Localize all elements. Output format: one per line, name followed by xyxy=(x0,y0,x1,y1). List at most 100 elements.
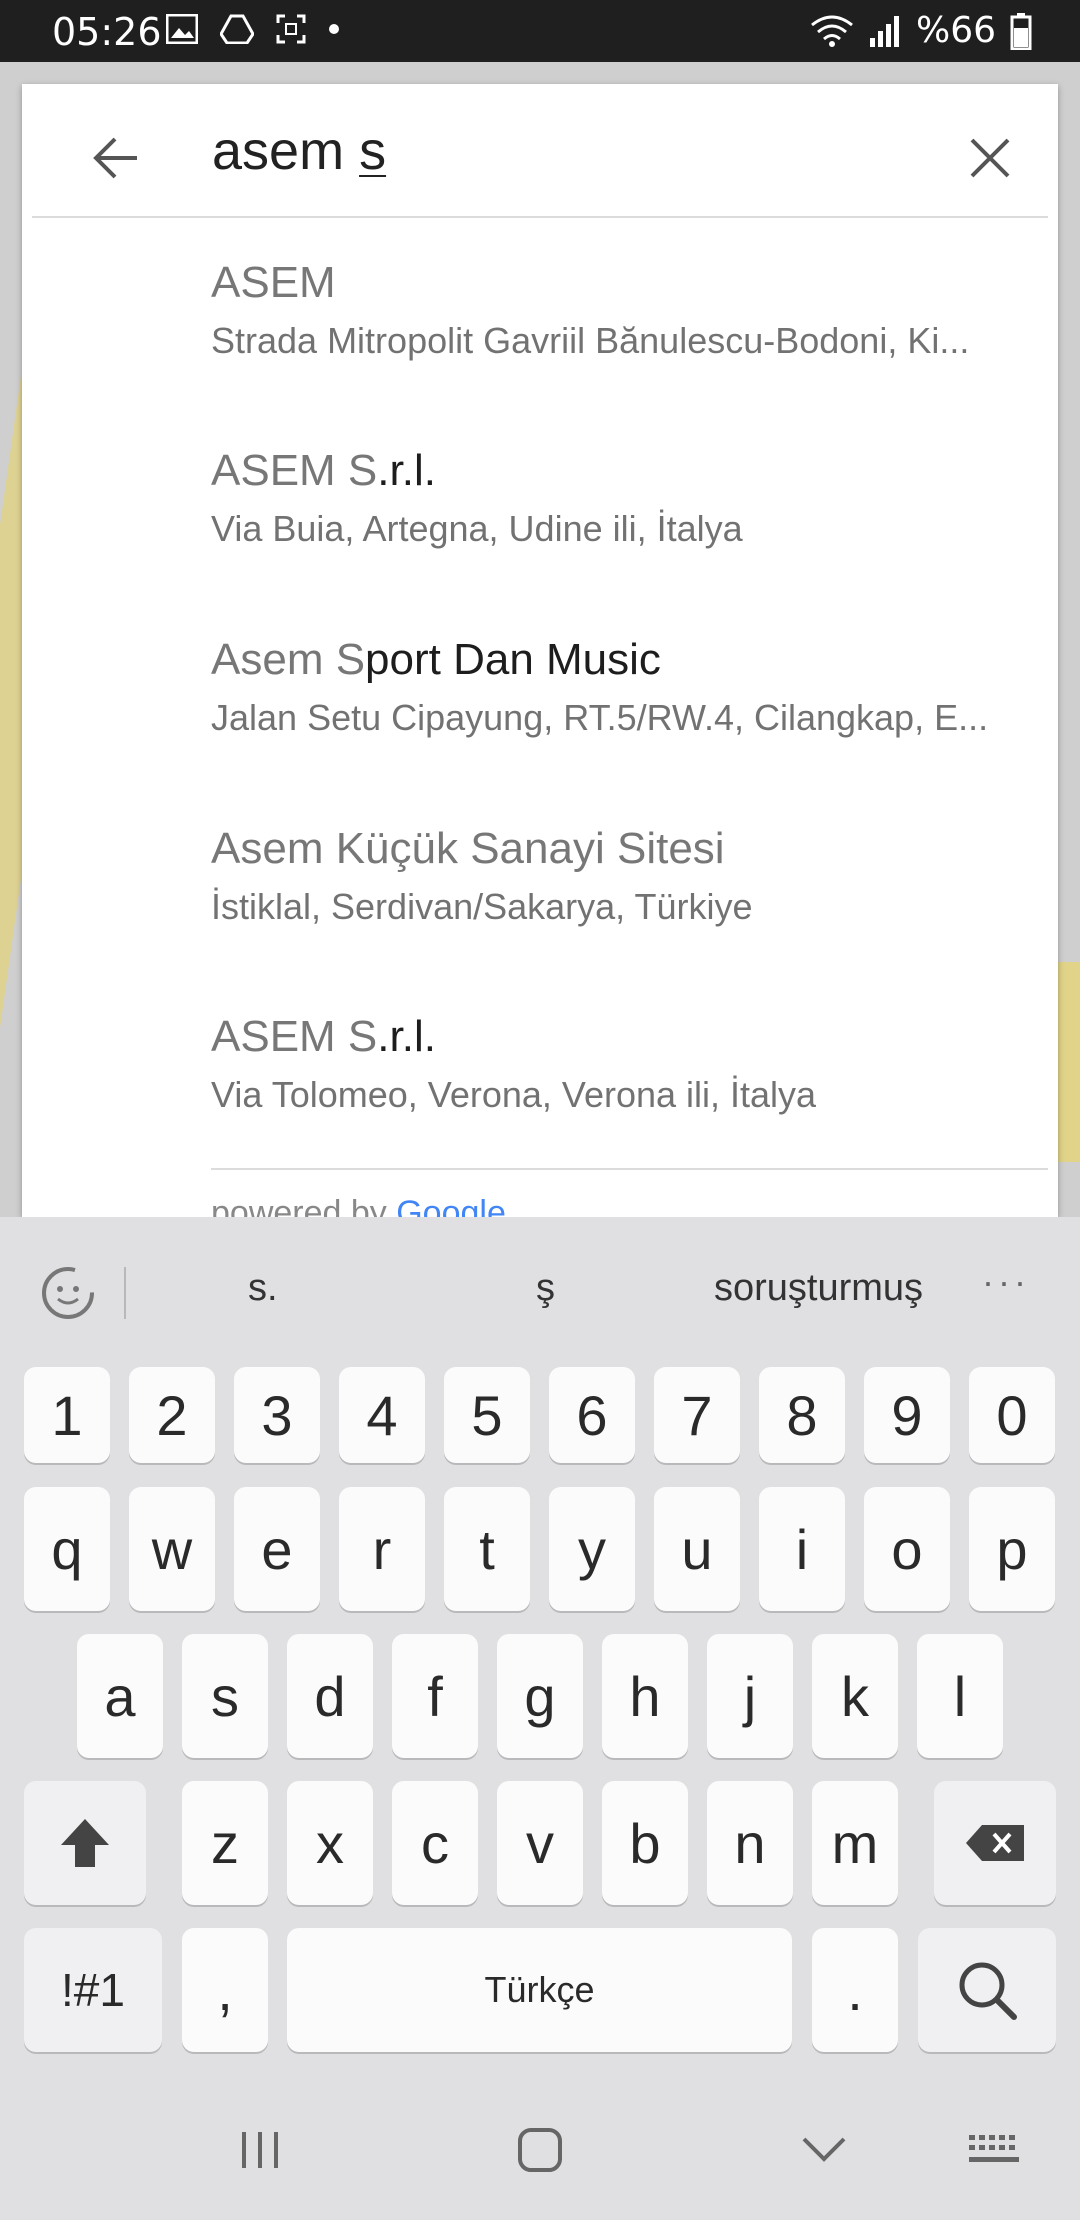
key-z[interactable]: z xyxy=(182,1781,268,1905)
search-input[interactable]: asem s xyxy=(212,120,386,182)
key-n[interactable]: n xyxy=(707,1781,793,1905)
emoji-sync-icon xyxy=(42,1267,94,1319)
result-address: Strada Mitropolit Gavriil Bănulescu-Bodo… xyxy=(211,320,970,361)
key-1[interactable]: 1 xyxy=(24,1367,110,1463)
emoji-button[interactable] xyxy=(36,1261,100,1325)
search-query-composing: s xyxy=(359,121,387,181)
shift-key[interactable] xyxy=(24,1781,146,1905)
suggestion-3[interactable]: soruşturmuş xyxy=(714,1267,923,1310)
keyboard: s. ş soruşturmuş ··· 1 2 3 4 5 6 7 8 9 0… xyxy=(0,1217,1080,2074)
hide-keyboard-button[interactable] xyxy=(784,2110,864,2190)
result-item[interactable]: ASEM Strada Mitropolit Gavriil Bănulescu… xyxy=(22,224,1058,412)
symbols-key[interactable]: !#1 xyxy=(24,1928,162,2052)
suggestion-bar: s. ş soruşturmuş ··· xyxy=(0,1217,1080,1369)
search-key[interactable] xyxy=(918,1928,1056,2052)
key-q[interactable]: q xyxy=(24,1487,110,1611)
key-b[interactable]: b xyxy=(602,1781,688,1905)
wifi-icon xyxy=(811,15,853,47)
result-address: Via Buia, Artegna, Udine ili, İtalya xyxy=(211,508,743,549)
screenshot-icon xyxy=(276,14,306,44)
results-divider xyxy=(211,1168,1048,1170)
dot-icon xyxy=(329,24,339,34)
key-3[interactable]: 3 xyxy=(234,1367,320,1463)
key-2[interactable]: 2 xyxy=(129,1367,215,1463)
result-address: Jalan Setu Cipayung, RT.5/RW.4, Cilangka… xyxy=(211,697,989,738)
powered-by-google: powered by Google xyxy=(211,1194,506,1217)
key-r[interactable]: r xyxy=(339,1487,425,1611)
key-k[interactable]: k xyxy=(812,1634,898,1758)
recent-apps-button[interactable] xyxy=(220,2110,300,2190)
result-address: Via Tolomeo, Verona, Verona ili, İtalya xyxy=(211,1074,817,1115)
result-title: ASEM S.r.l. xyxy=(211,446,436,495)
status-icons-left xyxy=(166,14,340,44)
close-icon xyxy=(970,138,1010,178)
key-j[interactable]: j xyxy=(707,1634,793,1758)
backspace-icon xyxy=(966,1825,1024,1861)
key-f[interactable]: f xyxy=(392,1634,478,1758)
comma-key[interactable]: , xyxy=(182,1928,268,2052)
drive-icon xyxy=(220,14,254,44)
key-x[interactable]: x xyxy=(287,1781,373,1905)
keyboard-icon xyxy=(969,2135,1019,2162)
key-9[interactable]: 9 xyxy=(864,1367,950,1463)
search-divider xyxy=(32,216,1048,218)
key-t[interactable]: t xyxy=(444,1487,530,1611)
result-title: Asem Küçük Sanayi Sitesi xyxy=(211,824,725,873)
key-v[interactable]: v xyxy=(497,1781,583,1905)
key-7[interactable]: 7 xyxy=(654,1367,740,1463)
recent-apps-icon xyxy=(242,2132,278,2168)
key-e[interactable]: e xyxy=(234,1487,320,1611)
suggestion-2[interactable]: ş xyxy=(536,1267,555,1310)
result-item[interactable]: ASEM S.r.l. Via Buia, Artegna, Udine ili… xyxy=(22,412,1058,600)
back-arrow-icon xyxy=(93,137,137,179)
key-6[interactable]: 6 xyxy=(549,1367,635,1463)
period-key[interactable]: . xyxy=(812,1928,898,2052)
navigation-bar xyxy=(0,2074,1080,2220)
clear-button[interactable] xyxy=(950,118,1030,198)
key-d[interactable]: d xyxy=(287,1634,373,1758)
key-s[interactable]: s xyxy=(182,1634,268,1758)
suggestion-separator xyxy=(124,1267,126,1319)
suggestion-1[interactable]: s. xyxy=(248,1267,278,1310)
result-item[interactable]: Asem Küçük Sanayi Sitesi İstiklal, Serdi… xyxy=(22,790,1058,978)
key-o[interactable]: o xyxy=(864,1487,950,1611)
result-title: Asem Sport Dan Music xyxy=(211,635,661,684)
result-item[interactable]: ASEM S.r.l. Via Tolomeo, Verona, Verona … xyxy=(22,978,1058,1166)
key-y[interactable]: y xyxy=(549,1487,635,1611)
image-icon xyxy=(166,14,198,44)
back-button[interactable] xyxy=(66,118,166,198)
status-time: 05:26 xyxy=(52,10,162,54)
backspace-key[interactable] xyxy=(934,1781,1056,1905)
key-4[interactable]: 4 xyxy=(339,1367,425,1463)
search-card: asem s ASEM Strada Mitropolit Gavriil Bă… xyxy=(22,84,1058,1217)
result-title: ASEM S.r.l. xyxy=(211,1012,436,1061)
search-icon xyxy=(959,1962,1017,2020)
key-h[interactable]: h xyxy=(602,1634,688,1758)
key-i[interactable]: i xyxy=(759,1487,845,1611)
key-8[interactable]: 8 xyxy=(759,1367,845,1463)
key-0[interactable]: 0 xyxy=(969,1367,1055,1463)
battery-percent: %66 xyxy=(915,10,996,51)
status-bar: 05:26 %66 xyxy=(0,0,1080,62)
chevron-down-icon xyxy=(802,2137,846,2162)
key-w[interactable]: w xyxy=(129,1487,215,1611)
result-address: İstiklal, Serdivan/Sakarya, Türkiye xyxy=(211,886,753,927)
key-a[interactable]: a xyxy=(77,1634,163,1758)
more-suggestions-button[interactable]: ··· xyxy=(982,1261,1030,1303)
key-5[interactable]: 5 xyxy=(444,1367,530,1463)
key-p[interactable]: p xyxy=(969,1487,1055,1611)
signal-icon xyxy=(869,15,899,47)
key-l[interactable]: l xyxy=(917,1634,1003,1758)
result-title: ASEM xyxy=(211,258,336,307)
battery-icon xyxy=(1010,12,1032,50)
home-icon xyxy=(518,2128,562,2172)
space-key[interactable]: Türkçe xyxy=(287,1928,792,2052)
home-button[interactable] xyxy=(500,2110,580,2190)
key-c[interactable]: c xyxy=(392,1781,478,1905)
key-u[interactable]: u xyxy=(654,1487,740,1611)
keyboard-switch-button[interactable] xyxy=(954,2110,1034,2190)
shift-arrow-icon xyxy=(61,1819,109,1867)
key-m[interactable]: m xyxy=(812,1781,898,1905)
result-item[interactable]: Asem Sport Dan Music Jalan Setu Cipayung… xyxy=(22,601,1058,789)
key-g[interactable]: g xyxy=(497,1634,583,1758)
